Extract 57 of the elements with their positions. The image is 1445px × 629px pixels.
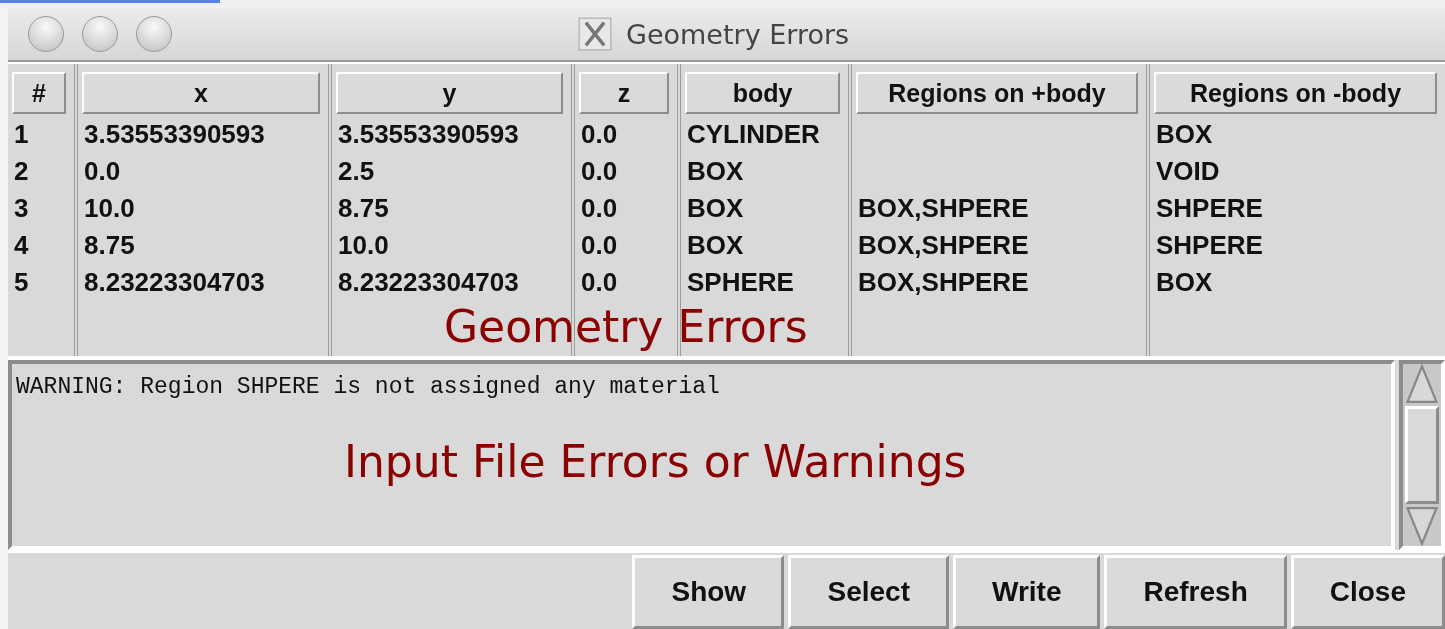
table-cell-text: 8.23223304703 <box>83 266 266 299</box>
table-cell-text: 2.5 <box>337 155 376 188</box>
table-cell-text: 8.75 <box>337 192 390 225</box>
table-cell-text: 4 <box>13 229 30 262</box>
warning-message: WARNING: Region SHPERE is not assigned any material <box>16 374 721 400</box>
scroll-up-icon[interactable] <box>1403 364 1441 404</box>
table-cell-text: 3.53553390593 <box>83 118 266 151</box>
zoom-window-button[interactable] <box>136 16 172 52</box>
scrollbar[interactable] <box>1399 360 1445 550</box>
annotation-label: Input File Errors or Warnings <box>344 436 967 487</box>
table-cell-text: 0.0 <box>83 155 122 188</box>
table-cell-text: 0.0 <box>580 192 619 225</box>
scroll-thumb[interactable] <box>1405 406 1439 504</box>
x-app-icon <box>578 17 612 51</box>
table-cell-text: BOX,SHPERE <box>857 229 1030 262</box>
column-header[interactable]: Regions on +body <box>856 72 1138 114</box>
close-window-button[interactable] <box>28 16 64 52</box>
action-button[interactable]: Refresh <box>1104 555 1287 629</box>
table-cell-text: BOX <box>686 155 745 188</box>
column-header[interactable]: Regions on -body <box>1154 72 1437 114</box>
annotation-label: Geometry Errors <box>444 301 808 352</box>
action-button[interactable]: Close <box>1290 555 1445 629</box>
table-cell-text: 3 <box>13 192 30 225</box>
minimize-window-button[interactable] <box>82 16 118 52</box>
table-cell-text: CYLINDER <box>686 118 821 151</box>
action-button[interactable]: Write <box>953 555 1101 629</box>
table-cell-text: BOX <box>686 192 745 225</box>
column-header[interactable]: z <box>579 72 669 114</box>
table-cell-text: BOX,SHPERE <box>857 266 1030 299</box>
column-header[interactable]: body <box>685 72 840 114</box>
table-cell-text: VOID <box>1155 155 1221 188</box>
table-cell-text: 1 <box>13 118 30 151</box>
table-cell-text: 0.0 <box>580 229 619 262</box>
column-header[interactable]: x <box>82 72 320 114</box>
table-cell-text: 0.0 <box>580 155 619 188</box>
action-button[interactable]: Show <box>632 555 785 629</box>
table-cell-text: 0.0 <box>580 118 619 151</box>
table-cell-text: SHPERE <box>1155 229 1264 262</box>
table-cell-text: BOX <box>1155 266 1214 299</box>
scroll-down-icon[interactable] <box>1403 506 1441 546</box>
table-cell-text: BOX <box>1155 118 1214 151</box>
table-cell-text: BOX <box>686 229 745 262</box>
table-cell-text: 3.53553390593 <box>337 118 520 151</box>
action-button[interactable]: Select <box>788 555 949 629</box>
table-cell-text: 5 <box>13 266 30 299</box>
table-cell-text: 8.23223304703 <box>337 266 520 299</box>
window-title: Geometry Errors <box>626 18 850 50</box>
column-header[interactable]: # <box>12 72 66 114</box>
table-cell-text: BOX,SHPERE <box>857 192 1030 225</box>
table-cell-text: SHPERE <box>1155 192 1264 225</box>
column-header[interactable]: y <box>336 72 563 114</box>
table-cell-text: SPHERE <box>686 266 795 299</box>
table-cell-text: 8.75 <box>83 229 136 262</box>
table-cell-text: 10.0 <box>337 229 390 262</box>
table-cell-text: 10.0 <box>83 192 136 225</box>
table-cell-text: 2 <box>13 155 30 188</box>
table-cell-text: 0.0 <box>580 266 619 299</box>
